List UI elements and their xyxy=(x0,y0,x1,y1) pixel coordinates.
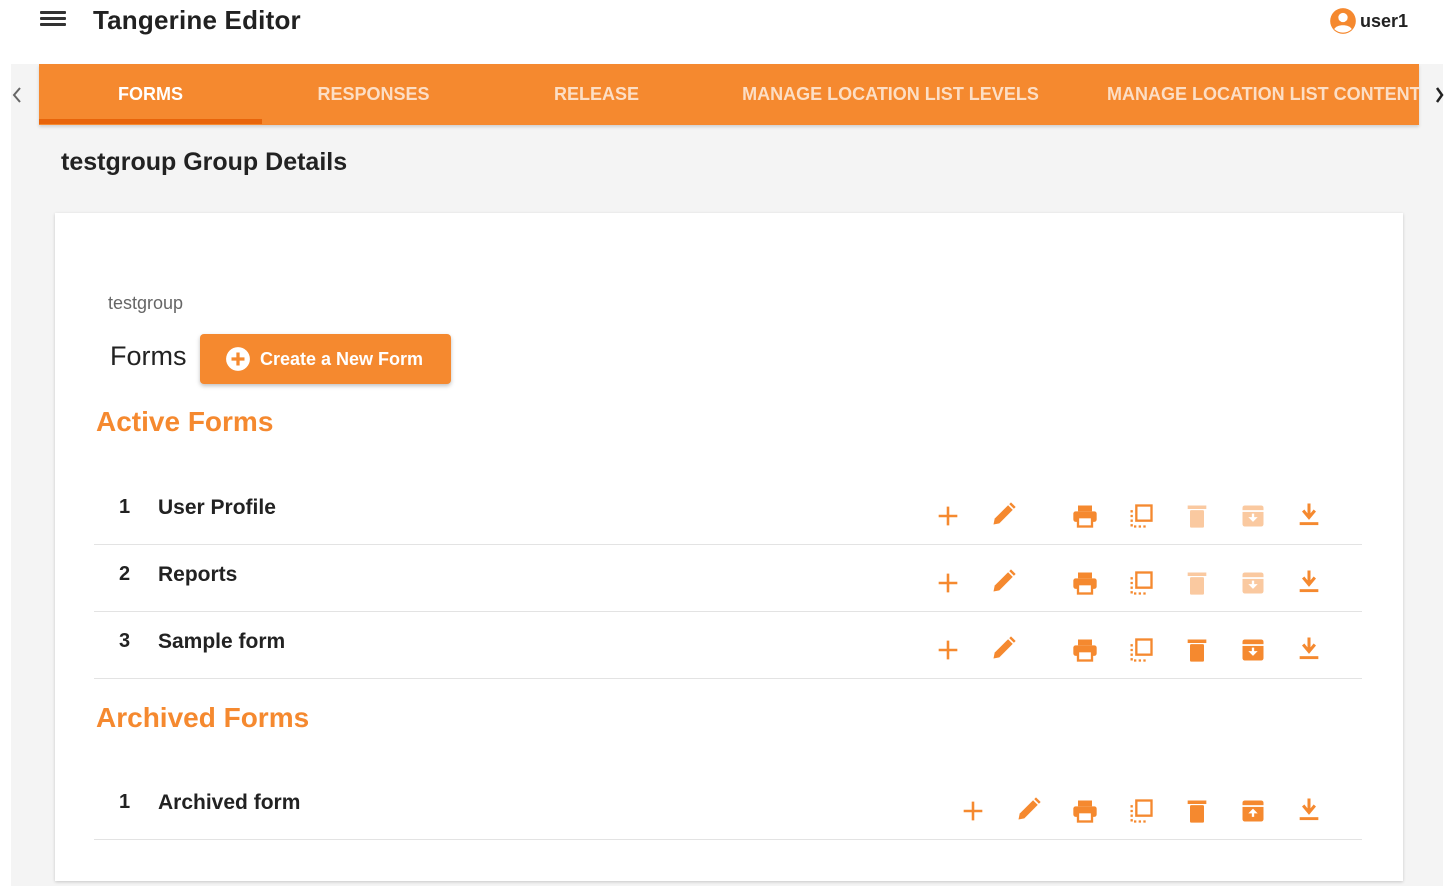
add-icon[interactable] xyxy=(931,566,965,600)
form-name: User Profile xyxy=(158,496,276,519)
tab-manage-location-list-levels[interactable]: MANAGE LOCATION LIST LEVELS xyxy=(708,64,1073,125)
archive-icon[interactable] xyxy=(1236,633,1270,667)
archived-form-row: 1 Archived form xyxy=(94,773,1362,840)
add-icon[interactable] xyxy=(931,499,965,533)
form-name: Archived form xyxy=(158,791,301,814)
delete-icon[interactable] xyxy=(1180,794,1214,828)
edit-icon[interactable] xyxy=(987,564,1021,598)
create-new-form-button[interactable]: Create a New Form xyxy=(200,334,451,384)
user-menu[interactable]: user1 xyxy=(1329,6,1408,36)
edit-icon[interactable] xyxy=(987,497,1021,531)
tab-scroll-left-button[interactable] xyxy=(3,64,31,125)
archived-forms-title: Archived Forms xyxy=(96,702,310,733)
archive-icon[interactable] xyxy=(1236,566,1270,600)
copy-icon[interactable] xyxy=(1124,794,1158,828)
tab-forms[interactable]: FORMS xyxy=(39,64,262,125)
account-circle-icon xyxy=(1330,8,1356,34)
row-number: 1 xyxy=(119,791,131,813)
form-row: 1 User Profile xyxy=(94,478,1362,545)
delete-icon[interactable] xyxy=(1180,499,1214,533)
form-name: Sample form xyxy=(158,630,286,653)
tab-active-indicator xyxy=(39,119,262,124)
archive-icon[interactable] xyxy=(1236,499,1270,533)
print-icon[interactable] xyxy=(1068,499,1102,533)
edit-icon[interactable] xyxy=(987,631,1021,665)
print-icon[interactable] xyxy=(1068,794,1102,828)
tab-release[interactable]: RELEASE xyxy=(485,64,708,125)
tab-responses[interactable]: RESPONSES xyxy=(262,64,485,125)
chevron-right-icon xyxy=(1435,86,1444,103)
copy-icon[interactable] xyxy=(1124,633,1158,667)
user-name: user1 xyxy=(1360,10,1409,31)
form-row: 2 Reports xyxy=(94,545,1362,612)
create-new-form-label: Create a New Form xyxy=(260,348,424,369)
forms-heading: Forms xyxy=(110,341,187,371)
tab-manage-location-list-content[interactable]: MANAGE LOCATION LIST CONTENT xyxy=(1073,64,1419,125)
delete-icon[interactable] xyxy=(1180,633,1214,667)
menu-icon[interactable] xyxy=(40,11,66,31)
unarchive-icon[interactable] xyxy=(1236,794,1270,828)
app-title: Tangerine Editor xyxy=(93,5,301,35)
group-name-label: testgroup xyxy=(108,293,184,313)
app-toolbar: Tangerine Editor user1 xyxy=(0,0,1445,64)
edit-icon[interactable] xyxy=(1012,792,1046,826)
row-number: 2 xyxy=(119,563,131,585)
print-icon[interactable] xyxy=(1068,566,1102,600)
download-icon[interactable] xyxy=(1292,631,1326,665)
row-number: 1 xyxy=(119,496,131,518)
form-name: Reports xyxy=(158,563,238,586)
chevron-left-icon xyxy=(12,86,21,103)
delete-icon[interactable] xyxy=(1180,566,1214,600)
copy-icon[interactable] xyxy=(1124,566,1158,600)
tab-strip: FORMS RESPONSES RELEASE MANAGE LOCATION … xyxy=(39,64,1419,125)
page-title: testgroup Group Details xyxy=(61,148,348,176)
form-row: 3 Sample form xyxy=(94,612,1362,679)
copy-icon[interactable] xyxy=(1124,499,1158,533)
group-details-card: testgroup Forms Create a New Form Active… xyxy=(55,213,1403,881)
add-icon[interactable] xyxy=(956,794,990,828)
download-icon[interactable] xyxy=(1292,497,1326,531)
tab-scroll-right-button[interactable] xyxy=(1429,64,1445,125)
tab-bar: FORMS RESPONSES RELEASE MANAGE LOCATION … xyxy=(11,64,1445,125)
active-forms-title: Active Forms xyxy=(96,406,274,437)
add-icon[interactable] xyxy=(931,633,965,667)
row-number: 3 xyxy=(119,630,131,652)
add-circle-icon xyxy=(226,347,250,371)
print-icon[interactable] xyxy=(1068,633,1102,667)
download-icon[interactable] xyxy=(1292,564,1326,598)
download-icon[interactable] xyxy=(1292,792,1326,826)
